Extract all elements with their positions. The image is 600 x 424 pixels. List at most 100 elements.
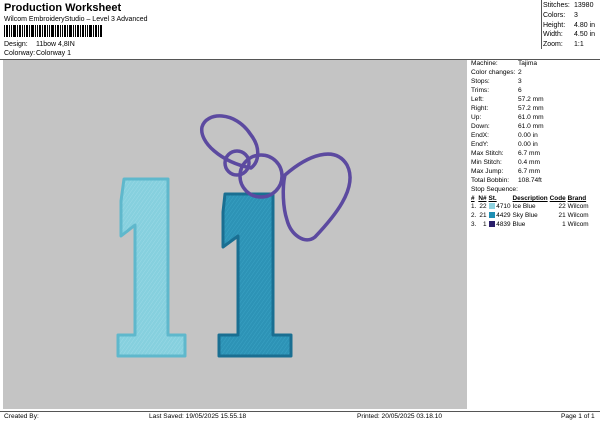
stop-code: 1 [562, 221, 566, 229]
stop-sequence-table: # N# St. Description Code Brand 1. 22 47… [471, 195, 591, 229]
info-value: 3 [518, 78, 522, 85]
table-row: 3. 1 4839 Blue 1 Wilcom [471, 220, 591, 229]
info-label: Machine: [471, 60, 498, 67]
stop-number: 2. [471, 212, 477, 220]
info-row: Right: 57.2 mm [471, 105, 598, 114]
stats-panel: Stitches: 13980 Colors: 3 Height: 4.80 in W… [543, 2, 595, 51]
thread-code: 4839 [496, 221, 511, 229]
info-value: 61.0 mm [518, 123, 544, 130]
stat-label: Zoom: [543, 41, 563, 49]
info-row: EndX: 0.00 in [471, 132, 598, 141]
info-row: Max Stitch: 6.7 mm [471, 150, 598, 159]
info-value: 61.0 mm [518, 114, 544, 121]
info-value: 6 [518, 87, 522, 94]
color-swatch [488, 221, 495, 228]
color-swatch [488, 212, 495, 219]
stat-row: Height: 4.80 in [543, 22, 595, 32]
stats-divider [541, 0, 542, 49]
stop-needle: 1 [482, 221, 487, 229]
info-value: 57.2 mm [518, 96, 544, 103]
info-value: 0.00 in [518, 132, 538, 139]
stat-label: Colors: [543, 11, 566, 19]
info-label: Max Stitch: [471, 150, 504, 157]
info-label: Total Bobbin: [471, 177, 510, 184]
digit-one-ice-blue [116, 177, 187, 358]
design-name-row: Design: 11bow 4,8IN [4, 41, 75, 49]
col-brand: Brand [567, 195, 587, 202]
info-value: 108.74ft [518, 177, 542, 184]
stat-label: Stitches: [543, 2, 570, 9]
stop-needle: 22 [479, 203, 487, 211]
table-header-row: # N# St. Description Code Brand [471, 195, 591, 202]
stop-brand: Wilcom [567, 203, 589, 211]
info-label: Trims: [471, 87, 490, 94]
info-label: Right: [471, 105, 489, 112]
thread-code: 4429 [496, 212, 511, 220]
last-saved: Last Saved: 19/05/2025 15.55.18 [149, 413, 247, 420]
info-label: Stops: [471, 78, 490, 85]
created-by: Created By: [4, 413, 39, 420]
stop-sequence-title: Stop Sequence: [471, 186, 518, 193]
info-label: EndX: [471, 132, 489, 139]
info-row: EndY: 0.00 in [471, 141, 598, 150]
bow-right-loop [281, 152, 352, 242]
stop-thread: 4429 [488, 211, 513, 220]
info-row: Up: 61.0 mm [471, 114, 598, 123]
stat-value: 1:1 [574, 41, 584, 49]
info-row: Left: 57.2 mm [471, 96, 598, 105]
info-label: Max Jump: [471, 168, 504, 175]
colorway-label: Colorway: [4, 50, 36, 57]
page-title: Production Worksheet [4, 2, 122, 14]
info-value: 6.7 mm [518, 150, 540, 157]
stop-description: Blue [512, 221, 526, 229]
info-row: Min Stitch: 0.4 mm [471, 159, 598, 168]
printed-date: Printed: 20/05/2025 03.18.10 [357, 413, 443, 420]
info-row: Total Bobbin: 108.74ft [471, 177, 598, 186]
software-name: Wilcom EmbroideryStudio – Level 3 Advanc… [4, 16, 148, 23]
stop-thread: 4839 [488, 220, 513, 229]
colorway-value: Colorway 1 [36, 50, 72, 57]
info-row: Down: 61.0 mm [471, 123, 598, 132]
info-row: Stops: 3 [471, 78, 598, 87]
stat-value: 13980 [574, 2, 594, 9]
info-label: EndY: [471, 141, 489, 148]
info-value: 0.4 mm [518, 159, 540, 166]
embroidery-design [116, 114, 352, 358]
colorway-row: Colorway:Colorway 1 [4, 50, 71, 58]
stat-label: Width: [543, 31, 563, 39]
stat-value: 3 [574, 11, 578, 19]
thread-code: 4710 [496, 203, 511, 211]
stop-thread: 4710 [488, 202, 513, 211]
info-label: Color changes: [471, 69, 516, 76]
info-value: 0.00 in [518, 141, 538, 148]
color-swatch [488, 203, 495, 210]
stat-row: Width: 4.50 in [543, 31, 595, 41]
design-value: 11bow 4,8IN [36, 41, 75, 48]
col-number: # [471, 195, 475, 202]
info-row: Machine: Tajima [471, 60, 598, 69]
stop-description: Ice Blue [512, 203, 536, 211]
col-description: Description [512, 195, 548, 202]
info-row: Trims: 6 [471, 87, 598, 96]
stat-label: Height: [543, 21, 566, 29]
info-value: 2 [518, 69, 522, 76]
info-value: 6.7 mm [518, 168, 540, 175]
col-stitch: St. [488, 195, 497, 202]
design-preview [3, 60, 467, 409]
stat-row: Zoom: 1:1 [543, 41, 595, 51]
stop-brand: Wilcom [567, 212, 589, 220]
table-row: 2. 21 4429 Sky Blue 21 Wilcom [471, 211, 591, 220]
info-row: Max Jump: 6.7 mm [471, 168, 598, 177]
info-label: Left: [471, 96, 484, 103]
stop-code: 21 [558, 212, 566, 220]
stop-code: 22 [558, 203, 566, 211]
footer-divider [0, 411, 600, 412]
stop-description: Sky Blue [512, 212, 538, 220]
digit-one-sky-blue [217, 192, 293, 358]
bow-center-knot [238, 153, 284, 199]
col-needle: N# [478, 195, 487, 202]
info-label: Up: [471, 114, 482, 121]
info-value: Tajima [518, 60, 538, 67]
stat-row: Colors: 3 [543, 12, 595, 22]
table-row: 1. 22 4710 Ice Blue 22 Wilcom [471, 202, 591, 211]
